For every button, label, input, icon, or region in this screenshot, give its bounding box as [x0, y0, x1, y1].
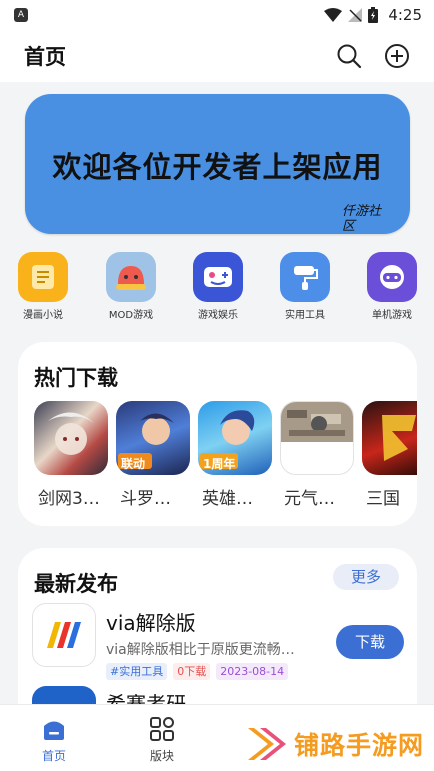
status-bar: A 4:25 [0, 0, 434, 30]
category-tools[interactable]: 实用工具 [270, 252, 340, 321]
hot-app-name: 元气… [284, 489, 335, 509]
hot-app-item[interactable]: 三国 [362, 401, 417, 509]
category-label: 单机游戏 [372, 310, 412, 321]
hot-app-name: 三国 [366, 489, 400, 509]
app-list-item[interactable]: via解除版 via解除版相比于原版更流畅… #实用工具 0下载 2023-08… [32, 603, 404, 683]
category-single-game[interactable]: 单机游戏 [357, 252, 427, 321]
banner[interactable]: 欢迎各位开发者上架应用 仟游社区 [25, 94, 410, 234]
status-time: 4:25 [388, 6, 422, 24]
header-actions [336, 43, 410, 69]
category-tag: #实用工具 [106, 663, 168, 680]
hot-app-item[interactable]: 1周年 英雄… [198, 401, 272, 509]
page-title: 首页 [24, 45, 66, 69]
mod-game-icon [106, 252, 156, 302]
app-icon: 1周年 [198, 401, 272, 475]
app-name: via解除版 [106, 611, 196, 635]
status-right: 4:25 [324, 6, 422, 24]
hot-app-name: 斗罗… [120, 489, 171, 509]
app-description: via解除版相比于原版更流畅… [106, 642, 295, 658]
watermark-text: 铺路手游网 [294, 731, 425, 760]
app-icon [32, 603, 96, 667]
app-header: 首页 [0, 30, 434, 82]
battery-icon [368, 7, 379, 23]
category-label: MOD游戏 [108, 310, 154, 321]
banner-text: 欢迎各位开发者上架应用 [52, 150, 383, 184]
category-label: 漫画小说 [23, 310, 63, 321]
hot-app-name: 英雄… [202, 489, 253, 509]
hot-downloads-card: 热门下载 剑网3… 联动 斗罗… 1周年 英雄… 元气… 三国 [18, 342, 417, 526]
more-button[interactable]: 更多 [333, 564, 399, 590]
app-tags: #实用工具 0下载 2023-08-14 [106, 663, 289, 680]
download-count-tag: 0下载 [173, 663, 211, 680]
category-label: 实用工具 [285, 310, 325, 321]
watermark-logo-icon [248, 728, 286, 760]
watermark: 铺路手游网 [244, 722, 424, 766]
add-circle-icon[interactable] [384, 43, 410, 69]
category-mod[interactable]: MOD游戏 [96, 252, 166, 321]
category-entertainment[interactable]: 游戏娱乐 [183, 252, 253, 321]
app-badge: 联动 [121, 457, 146, 471]
download-button[interactable]: 下载 [336, 625, 404, 659]
hot-app-item[interactable]: 元气… [280, 401, 354, 509]
app-icon [280, 401, 354, 475]
category-comic[interactable]: 漫画小说 [8, 252, 78, 321]
latest-title: 最新发布 [34, 572, 118, 596]
banner-signature: 仟游社区 [342, 204, 382, 234]
app-icon [34, 401, 108, 475]
category-label: 游戏娱乐 [198, 310, 238, 321]
hot-app-name: 剑网3… [38, 489, 100, 509]
paint-roller-icon [280, 252, 330, 302]
search-icon[interactable] [336, 43, 362, 69]
hot-title: 热门下载 [34, 366, 118, 390]
gamepad-icon [193, 252, 243, 302]
app-icon [362, 401, 417, 475]
app-badge: 1周年 [203, 457, 236, 471]
grid-icon [148, 715, 176, 743]
hot-app-item[interactable]: 剑网3… [34, 401, 108, 509]
nav-label: 版块 [149, 749, 174, 763]
date-tag: 2023-08-14 [216, 663, 289, 680]
no-signal-icon [348, 8, 363, 22]
app-notification-icon: A [14, 8, 28, 22]
hot-app-item[interactable]: 联动 斗罗… [116, 401, 190, 509]
hot-list: 剑网3… 联动 斗罗… 1周年 英雄… 元气… 三国 [34, 401, 417, 511]
status-left: A [14, 8, 28, 22]
comic-icon [18, 252, 68, 302]
app-icon: 联动 [116, 401, 190, 475]
nav-label: 首页 [41, 749, 66, 763]
nav-home[interactable]: 首页 [19, 715, 89, 764]
controller-icon [367, 252, 417, 302]
nav-sections[interactable]: 版块 [127, 715, 197, 764]
category-row: 漫画小说 MOD游戏 游戏娱乐 实用工具 单机游戏 [0, 252, 434, 324]
home-icon [40, 715, 68, 743]
wifi-icon [324, 8, 343, 22]
